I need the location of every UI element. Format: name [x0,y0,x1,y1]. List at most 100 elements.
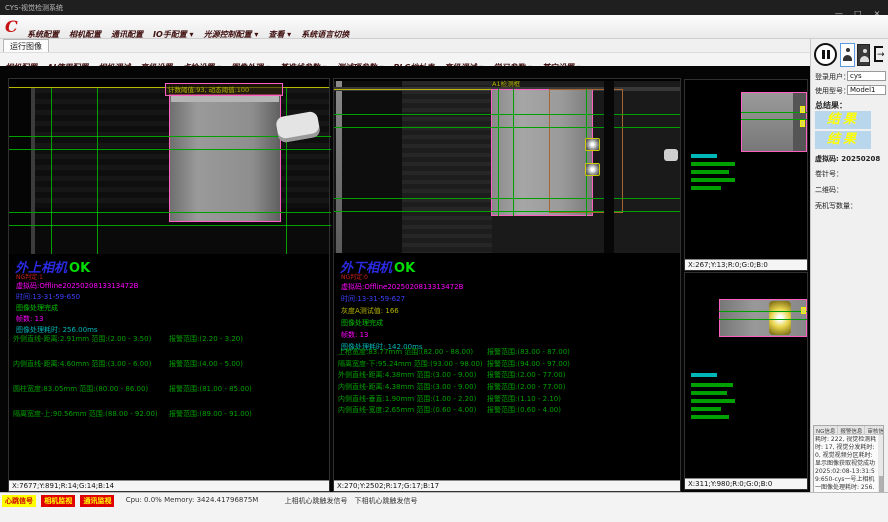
total-result-label: 总结果： [815,100,847,111]
alarm-range: 报警范围:(2.20 - 3.20) [169,334,243,344]
measurement-row: 外侧直线-距离:2.91mm 范围:(2.00 - 3.50)报警范围:(2.2… [9,334,329,359]
green-guide-line [334,211,680,212]
measurement-value: 隔离宽度-下:95.24mm 范围:(93.00 - 98.00) [338,359,483,369]
result-line: 时间:13-31-59-627 [341,293,678,305]
green-guide-line [9,225,331,226]
result-text-line [691,415,729,419]
user-button-active[interactable] [840,43,855,67]
info-tab[interactable]: 审核信息 [865,426,883,435]
bright-defect-spot [769,301,791,335]
status-ok-label: OK [69,261,90,276]
pause-button[interactable] [814,43,837,66]
info-log-tabs: NG信息报警信息审核信息 [814,426,883,435]
scene-mid-zone-a [342,81,402,253]
measurement-row: 上枪宽度:83.77mm 范围:(82.00 - 88.00)报警范围:(83.… [334,347,680,359]
menu-item[interactable]: 光源控制配置 ▾ [199,30,264,39]
result-text-line [691,373,717,377]
green-guide-line [334,114,680,115]
title-bar: CYS-视觉检测系统 — □ × [0,0,888,15]
camera-trigger-status: 上相机心跳触发信号 下相机心跳触发信号 [285,496,418,506]
alarm-range: 报警范围:(1.10 - 2.10) [487,394,561,404]
menu-item[interactable]: 查看 ▾ [263,30,296,39]
green-guide-line [9,212,331,213]
info-scrollbar[interactable] [878,435,883,494]
exit-button[interactable]: → [872,43,888,67]
measurement-value: 内侧直线-宽度:2.65mm 范围:(0.60 - 4.00) [338,405,476,415]
model-field[interactable]: Model1 [847,85,886,95]
alarm-range: 报警范围:(2.00 - 77.00) [487,382,565,392]
alarm-range: 报警范围:(2.00 - 77.00) [487,370,565,380]
window-title: CYS-视觉检测系统 [5,3,63,13]
camera-monitor-badge: 相机监视 [41,495,75,507]
alarm-range: 报警范围:(4.00 - 5.00) [169,359,243,369]
measurement-row: 内侧直线-垂直:1.90mm 范围:(1.00 - 2.20) 报警范围:(1.1… [334,394,680,406]
green-guide-line [9,149,331,150]
measurement-value: 圆柱宽度:83.05mm 范围:(80.00 - 86.00) [13,384,148,394]
thumbnail-panel-2[interactable]: X:311;Y:980;R:0;G:0;B:0 [684,272,808,490]
model-label: 使用型号： [815,86,850,96]
user-button[interactable] [857,44,870,66]
green-guide-line [741,112,807,113]
measurement-row: 外侧直线-距离:4.38mm 范围:(3.00 - 9.00) 报警范围:(2.0… [334,370,680,382]
cpu-memory-readout: Cpu: 0.0% Memory: 3424.41796875M [126,496,259,504]
camera-image-lower-outer[interactable]: A1检测框 [334,81,680,253]
menu-item[interactable]: 通讯配置 [106,30,148,39]
green-guide-line [286,88,287,254]
alarm-range: 报警范围:(83.00 - 87.00) [487,347,570,357]
pixel-coordinate-bar: X:270;Y:2502;R:17;G:17;B:17 [334,480,680,491]
measurement-value: 外侧直线-距离:4.38mm 范围:(3.00 - 9.00) [338,370,476,380]
result-line: 时间:13-31-59-650 [16,292,327,303]
camera-panel-upper-outer[interactable]: 计数阈值:93, 动态阈值:100 外上相机OK NG判定:1 虚拟码:Offl… [8,78,330,492]
battery-block-top-strip [171,96,279,102]
result-text-line [691,399,735,403]
result-value-2: 结果 [815,131,871,149]
info-log-text: 耗时: 222, 视觉检测耗时: 17, 视觉分发耗时: 0, 视觉视频分区耗时… [815,436,877,493]
result-info-lines: 虚拟码:Offline2025020813313472B时间:13-31-59-… [16,281,327,336]
measurement-list: 上枪宽度:83.77mm 范围:(82.00 - 88.00)报警范围:(83.… [334,347,680,417]
info-log-box: NG信息报警信息审核信息 耗时: 222, 视觉检测耗时: 17, 视觉分发耗时… [813,425,884,495]
roi-overlay-label: A1检测框 [492,78,520,90]
tab-run-image[interactable]: 运行图像 [3,39,49,52]
measurement-value: 内侧直线-距离:4.38mm 范围:(3.00 - 9.00) [338,382,476,392]
scene-mid-zone-b [402,81,492,253]
login-user-field[interactable]: cys [847,71,886,81]
result-info-lines: 虚拟码:Offline2025020813313472B时间:13-31-59-… [341,281,678,353]
shell-write-count-label: 壳机写数量： [815,201,857,211]
highlight-spot [585,138,600,151]
menu-item[interactable]: 相机配置 [64,30,106,39]
measurement-list: 外侧直线-距离:2.91mm 范围:(2.00 - 3.50)报警范围:(2.2… [9,334,329,434]
highlight-spot [585,163,600,176]
user-icon [860,49,869,62]
measurement-row: 内侧直线-距离:4.60mm 范围:(3.00 - 6.00)报警范围:(4.0… [9,359,329,384]
result-text-line [691,178,735,182]
result-value-1: 结果 [815,111,871,129]
pixel-coordinate-bar: X:267;Y:13;R:0;G:0;B:0 [685,259,807,270]
green-guide-line [334,198,680,199]
camera-panel-lower-outer[interactable]: A1检测框 外下相机OK NG判定:0 虚拟码:Offline202502081… [333,78,681,492]
result-text-line [691,383,733,387]
green-guide-line [51,88,52,254]
menu-item[interactable]: 系统语言切换 [296,30,354,39]
menu-item[interactable]: IO手配置 ▾ [148,30,199,39]
alarm-range: 报警范围:(0.60 - 4.00) [487,405,561,415]
result-text-line [691,407,721,411]
thumbnail-panel-1[interactable]: X:267;Y:13;R:0;G:0;B:0 [684,79,808,271]
menu-item[interactable]: 系统配置 [22,30,64,39]
measurement-value: 内侧直线-垂直:1.90mm 范围:(1.00 - 2.20) [338,394,476,404]
pixel-coordinate-bar: X:311;Y:980;R:0;G:0;B:0 [685,478,807,489]
main-area: 计数阈值:93, 动态阈值:100 外上相机OK NG判定:1 虚拟码:Offl… [0,66,810,492]
ng-count-label: NG判定:1 [16,272,43,281]
scene-mid-dark-divider [604,81,614,253]
alarm-range: 报警范围:(89.00 - 91.00) [169,409,252,419]
camera-image-upper-outer[interactable]: 计数阈值:93, 动态阈值:100 [9,87,329,253]
info-tab[interactable]: 报警信息 [838,426,865,435]
measurement-row: 圆柱宽度:83.05mm 范围:(80.00 - 86.00)报警范围:(81.… [9,384,329,409]
result-line: 帧数: 13 [341,329,678,341]
threshold-overlay-label: 计数阈值:93, 动态阈值:100 [165,83,283,96]
heartbeat-status-badge: 心跳信号 [2,495,36,507]
menu-bar: C 系统配置相机配置通讯配置IO手配置 ▾光源控制配置 ▾查看 ▾系统语言切换 [0,15,888,39]
green-guide-line [719,319,807,320]
measurement-value: 隔离宽度-上:90.56mm 范围:(88.00 - 92.00) [13,409,158,419]
info-tab[interactable]: NG信息 [814,426,838,435]
result-line: 虚拟码:Offline2025020813313472B [16,281,327,292]
